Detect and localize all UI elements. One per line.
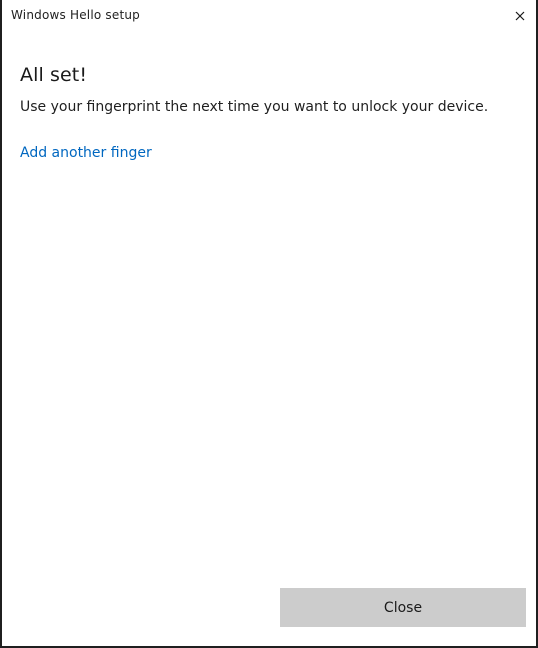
close-icon[interactable] xyxy=(510,6,530,26)
close-button[interactable]: Close xyxy=(280,588,526,627)
window-title: Windows Hello setup xyxy=(11,8,140,22)
add-another-finger-link[interactable]: Add another finger xyxy=(20,145,152,161)
dialog-window: Windows Hello setup All set! Use your fi… xyxy=(0,0,538,648)
description-text: Use your fingerprint the next time you w… xyxy=(20,99,489,115)
page-title: All set! xyxy=(20,64,88,86)
close-icon-glyph xyxy=(515,11,525,21)
title-bar[interactable]: Windows Hello setup xyxy=(2,0,536,34)
main-content: All set! Use your fingerprint the next t… xyxy=(20,64,518,161)
